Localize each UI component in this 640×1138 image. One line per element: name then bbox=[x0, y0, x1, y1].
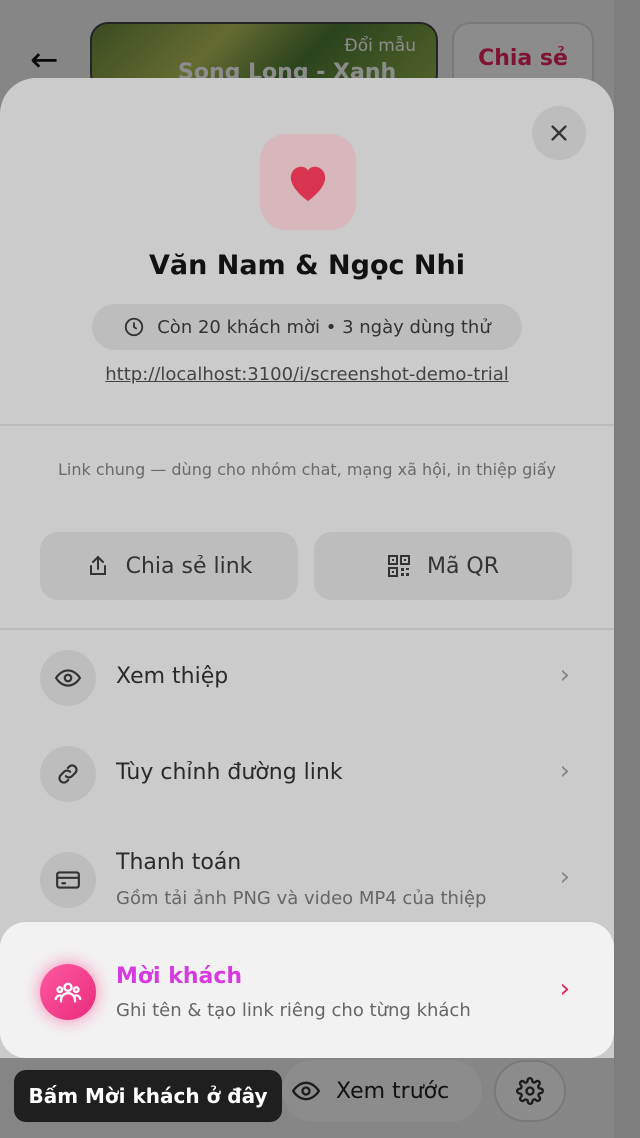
payment-row[interactable]: Thanh toán Gồm tải ảnh PNG và video MP4 … bbox=[0, 822, 614, 918]
heart-icon bbox=[290, 166, 326, 202]
invite-url-link[interactable]: http://localhost:3100/i/screenshot-demo-… bbox=[0, 364, 614, 385]
view-card-row[interactable]: Xem thiệp › bbox=[0, 630, 614, 726]
share-link-button[interactable]: Chia sẻ link bbox=[40, 532, 298, 600]
onboarding-tooltip: Bấm Mời khách ở đây bbox=[14, 1070, 282, 1122]
chevron-right-icon: › bbox=[559, 974, 570, 1004]
link-icon bbox=[58, 764, 78, 784]
customize-link-row[interactable]: Tùy chỉnh đường link › bbox=[0, 726, 614, 822]
trial-status-text: Còn 20 khách mời • 3 ngày dùng thử bbox=[157, 316, 491, 338]
share-link-label: Chia sẻ link bbox=[125, 553, 253, 579]
share-icon bbox=[89, 555, 106, 575]
users-icon bbox=[54, 982, 82, 1003]
view-card-label: Xem thiệp bbox=[116, 664, 229, 689]
qr-code-label: Mã QR bbox=[426, 553, 500, 579]
chevron-right-icon: › bbox=[559, 862, 570, 892]
chevron-right-icon: › bbox=[559, 660, 570, 690]
payment-sub: Gồm tải ảnh PNG và video MP4 của thiệp bbox=[116, 888, 487, 909]
chevron-right-icon: › bbox=[559, 756, 570, 786]
eye-icon bbox=[55, 669, 81, 687]
trial-status-badge: Còn 20 khách mời • 3 ngày dùng thử bbox=[92, 304, 522, 350]
qr-code-button[interactable]: Mã QR bbox=[314, 532, 572, 600]
share-sheet: Văn Nam & Ngọc Nhi Còn 20 khách mời • 3 … bbox=[0, 78, 614, 1058]
invite-guests-sub: Ghi tên & tạo link riêng cho từng khách bbox=[116, 1000, 471, 1021]
row-icon-wrap bbox=[40, 650, 96, 706]
heart-badge bbox=[260, 134, 356, 230]
close-icon bbox=[551, 125, 567, 141]
row-icon-wrap bbox=[40, 852, 96, 908]
clock-icon bbox=[125, 317, 144, 337]
invite-guests-row[interactable]: Mời khách Ghi tên & tạo link riêng cho t… bbox=[0, 922, 614, 1058]
credit-card-icon bbox=[56, 871, 80, 889]
close-button[interactable] bbox=[532, 106, 586, 160]
customize-link-label: Tùy chỉnh đường link bbox=[116, 760, 343, 785]
side-rail bbox=[614, 0, 640, 1138]
payment-label: Thanh toán bbox=[116, 850, 242, 875]
couple-title: Văn Nam & Ngọc Nhi bbox=[149, 250, 465, 281]
divider bbox=[0, 424, 614, 426]
share-note: Link chung — dùng cho nhóm chat, mạng xã… bbox=[58, 460, 556, 479]
row-icon-wrap bbox=[40, 964, 96, 1020]
row-icon-wrap bbox=[40, 746, 96, 802]
invite-guests-label: Mời khách bbox=[116, 964, 243, 989]
qr-code-icon bbox=[387, 555, 410, 577]
